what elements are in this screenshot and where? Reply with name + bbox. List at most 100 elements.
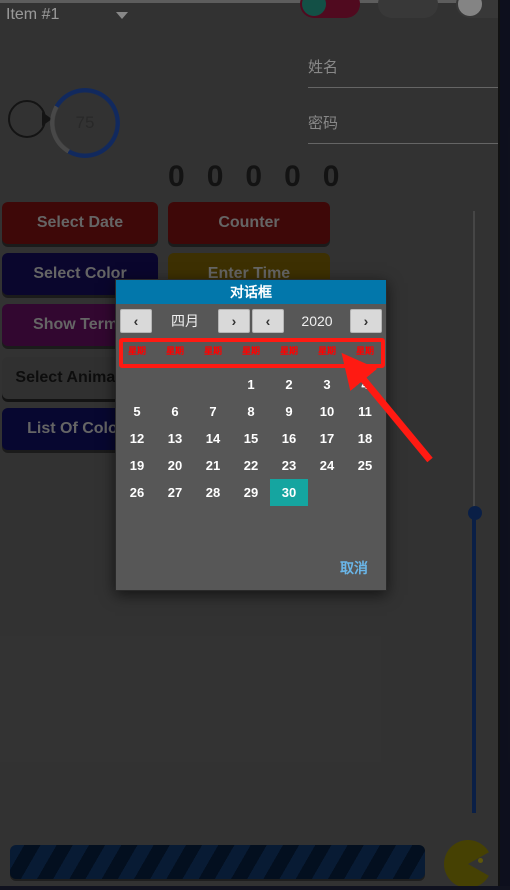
calendar-cell[interactable]: 13 xyxy=(156,425,194,452)
prev-year-button[interactable]: ‹ xyxy=(252,309,284,333)
counter-digit: 0 xyxy=(322,160,340,193)
calendar-cell[interactable]: 19 xyxy=(118,452,156,479)
calendar-cell[interactable]: 10 xyxy=(308,398,346,425)
slider-track-active xyxy=(472,513,476,813)
calendar-cell[interactable]: 16 xyxy=(270,425,308,452)
calendar-cell[interactable]: 11 xyxy=(346,398,384,425)
dialog-title: 对话框 xyxy=(116,280,386,304)
calendar-cell[interactable]: 7 xyxy=(194,398,232,425)
calendar-cell-label xyxy=(121,373,153,397)
calendar-cell-label: 13 xyxy=(167,431,183,446)
name-field-label: 姓名 xyxy=(308,59,339,76)
calendar-cell[interactable]: 15 xyxy=(232,425,270,452)
cancel-button[interactable]: 取消 xyxy=(332,554,376,582)
calendar-cell[interactable]: 18 xyxy=(346,425,384,452)
calendar-cell-label: 14 xyxy=(205,431,221,446)
calendar-cell[interactable]: 27 xyxy=(156,479,194,506)
calendar-cell[interactable]: 5 xyxy=(118,398,156,425)
calendar-cell-label: 7 xyxy=(209,404,217,419)
calendar-cell[interactable]: 14 xyxy=(194,425,232,452)
calendar-cell-empty xyxy=(346,479,384,506)
calendar-cell-label xyxy=(311,481,343,505)
dialog-actions: 取消 xyxy=(332,554,376,582)
calendar-cell-label: 5 xyxy=(133,404,141,419)
calendar-cell-label: 24 xyxy=(319,458,335,473)
month-label: 四月 xyxy=(171,313,199,329)
calendar-cell-empty xyxy=(156,371,194,398)
calendar-cell[interactable]: 20 xyxy=(156,452,194,479)
weekday-header: 星期 xyxy=(203,346,222,356)
calendar-cell-label xyxy=(349,481,381,505)
weekday-header: 星期 xyxy=(317,346,336,356)
calendar-cell-label: 18 xyxy=(357,431,373,446)
next-year-button[interactable]: › xyxy=(350,309,382,333)
calendar-cell[interactable]: 24 xyxy=(308,452,346,479)
counter-digit: 0 xyxy=(168,160,185,193)
toggle-1-knob xyxy=(302,0,326,16)
counter-digit: 0 xyxy=(245,160,263,193)
toggle-3-knob xyxy=(458,0,482,16)
bottom-edge-strip xyxy=(0,886,510,890)
calendar-cell[interactable]: 22 xyxy=(232,452,270,479)
calendar-cell[interactable]: 23 xyxy=(270,452,308,479)
calendar-cell-label: 22 xyxy=(243,458,259,473)
select-date-button[interactable]: Select Date xyxy=(2,202,158,244)
spinner-label: Item #1 xyxy=(6,6,60,23)
calendar-cell-label: 29 xyxy=(243,485,259,500)
calendar-cell-label: 17 xyxy=(319,431,335,446)
calendar-cell[interactable]: 17 xyxy=(308,425,346,452)
calendar-cell[interactable]: 9 xyxy=(270,398,308,425)
toggle-2[interactable] xyxy=(378,0,438,18)
password-field[interactable]: 密码 xyxy=(308,112,504,144)
toggle-1[interactable] xyxy=(300,0,360,18)
calendar-cell-label xyxy=(197,373,229,397)
password-field-underline xyxy=(308,143,504,144)
prev-month-button[interactable]: ‹ xyxy=(120,309,152,333)
calendar-cell-label: 2 xyxy=(285,377,293,392)
vertical-slider[interactable] xyxy=(468,211,482,813)
weekday-header-row: 星期 星期 星期 星期 星期 星期 星期 xyxy=(118,340,384,361)
calendar-cell[interactable]: 8 xyxy=(232,398,270,425)
calendar-day-grid: 1 2 3 4 5 6 7 8 9 10 11 12 13 14 15 16 17 18 19 20 21 22 23 24 2… xyxy=(116,371,386,533)
calendar-cell-label: 28 xyxy=(205,485,221,500)
right-edge-strip xyxy=(500,0,510,890)
weekday-header: 星期 xyxy=(279,346,298,356)
calendar-cell[interactable]: 26 xyxy=(118,479,156,506)
slider-thumb[interactable] xyxy=(468,506,482,520)
calendar-cell-empty xyxy=(118,371,156,398)
calendar-cell[interactable]: 6 xyxy=(156,398,194,425)
calendar-cell[interactable]: 25 xyxy=(346,452,384,479)
weekday-header: 星期 xyxy=(165,346,184,356)
calendar-cell-label: 11 xyxy=(358,404,372,419)
calendar-cell-label: 4 xyxy=(361,377,369,392)
date-picker-dialog: 对话框 ‹ 四月 › ‹ 2020 › 星期 星期 星期 星期 星期 星期 星期… xyxy=(115,279,387,591)
year-label: 2020 xyxy=(301,313,333,329)
calendar-cell[interactable]: 3 xyxy=(308,371,346,398)
calendar-cell[interactable]: 1 xyxy=(232,371,270,398)
calendar-cell[interactable]: 4 xyxy=(346,371,384,398)
calendar-cell-empty xyxy=(194,371,232,398)
pacman-loading-icon xyxy=(444,840,492,888)
slider-track-inactive xyxy=(473,211,475,513)
calendar-cell[interactable]: 28 xyxy=(194,479,232,506)
circular-progress-handle[interactable] xyxy=(8,100,46,138)
calendar-cell[interactable]: 21 xyxy=(194,452,232,479)
calendar-cell[interactable]: 12 xyxy=(118,425,156,452)
calendar-cell[interactable]: 29 xyxy=(232,479,270,506)
weekday-header: 星期 xyxy=(127,346,146,356)
calendar-cell-label: 23 xyxy=(281,458,297,473)
name-field[interactable]: 姓名 xyxy=(308,56,504,88)
calendar-cell-label: 16 xyxy=(281,431,297,446)
calendar-cell-label: 6 xyxy=(171,404,179,419)
counter-button[interactable]: Counter xyxy=(168,202,330,244)
calendar-cell-empty xyxy=(308,479,346,506)
circular-progress[interactable]: 75 xyxy=(8,88,128,158)
calendar-cell-label: 20 xyxy=(167,458,183,473)
name-field-underline xyxy=(308,87,504,88)
calendar-cell-label: 25 xyxy=(357,458,373,473)
calendar-cell-selected[interactable]: 30 xyxy=(270,479,308,506)
next-month-button[interactable]: › xyxy=(218,309,250,333)
calendar-cell[interactable]: 2 xyxy=(270,371,308,398)
counter-digit: 0 xyxy=(284,160,301,193)
item-spinner[interactable]: Item #1 xyxy=(6,2,146,28)
